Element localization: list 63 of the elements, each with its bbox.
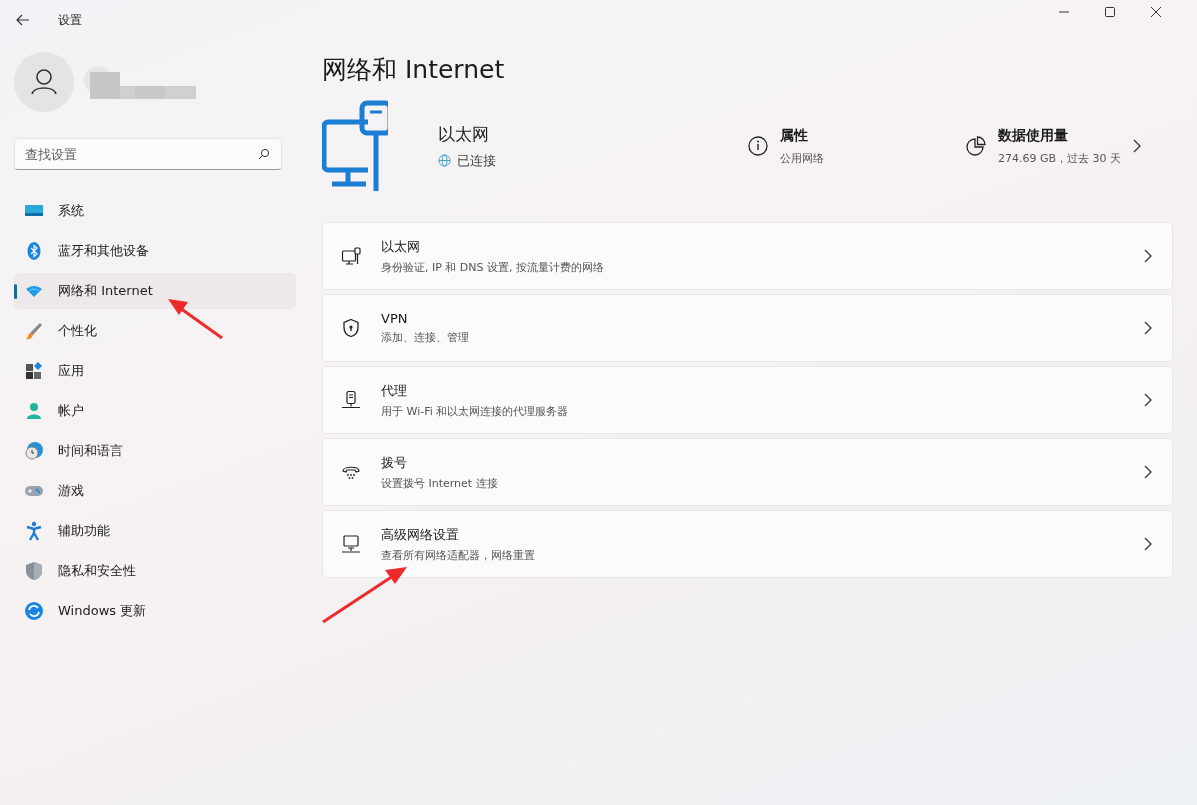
sidebar-item[interactable]: 隐私和安全性	[14, 553, 296, 589]
sidebar-item[interactable]: Windows 更新	[14, 593, 296, 629]
data-usage-link[interactable]: 数据使用量 274.69 GB，过去 30 天	[966, 126, 1142, 166]
nav-icon	[24, 361, 44, 381]
settings-card[interactable]: 代理 用于 Wi-Fi 和以太网连接的代理服务器	[322, 366, 1173, 434]
settings-card[interactable]: 拨号 设置拨号 Internet 连接	[322, 438, 1173, 506]
computer-icon	[322, 100, 388, 192]
settings-card[interactable]: 高级网络设置 查看所有网络适配器，网络重置	[322, 510, 1173, 578]
window-title: 设置	[58, 11, 82, 29]
card-icon	[341, 534, 361, 554]
globe-icon	[438, 154, 451, 167]
sidebar-item[interactable]: 应用	[14, 353, 296, 389]
sidebar-item[interactable]: 时间和语言	[14, 433, 296, 469]
avatar-icon[interactable]	[14, 52, 74, 112]
properties-link[interactable]: 属性 公用网络	[748, 126, 966, 166]
chevron-right-icon	[1144, 393, 1152, 407]
chevron-right-icon	[1133, 139, 1142, 153]
header-value: 274.69 GB，过去 30 天	[998, 150, 1122, 166]
card-title: VPN	[381, 311, 409, 326]
pie-chart-icon	[966, 136, 986, 156]
connection-name: 以太网	[438, 122, 490, 146]
search-icon[interactable]	[258, 148, 270, 160]
card-title: 以太网	[381, 237, 421, 256]
card-icon	[341, 246, 361, 266]
card-title: 拨号	[381, 453, 408, 472]
search-field[interactable]: 查找设置	[14, 138, 282, 170]
header-value: 公用网络	[780, 150, 824, 166]
nav-icon	[24, 561, 44, 581]
sidebar-item[interactable]: 辅助功能	[14, 513, 296, 549]
page-title: 网络和 Internet	[322, 54, 506, 86]
nav-icon	[24, 321, 44, 341]
card-icon	[341, 318, 361, 338]
card-title: 代理	[381, 381, 408, 400]
sidebar-item[interactable]: 帐户	[14, 393, 296, 429]
card-subtitle: 查看所有网络适配器，网络重置	[381, 547, 536, 563]
info-icon	[748, 136, 768, 156]
close-icon[interactable]	[1151, 7, 1161, 17]
sidebar-item[interactable]: 网络和 Internet	[14, 273, 296, 309]
card-icon	[341, 390, 361, 410]
chevron-right-icon	[1144, 249, 1152, 263]
card-subtitle: 身份验证, IP 和 DNS 设置, 按流量计费的网络	[381, 259, 606, 275]
card-subtitle: 添加、连接、管理	[381, 330, 470, 345]
back-icon[interactable]	[16, 14, 30, 26]
header-label: 数据使用量	[998, 126, 1069, 145]
sidebar-item[interactable]: 个性化	[14, 313, 296, 349]
card-subtitle: 设置拨号 Internet 连接	[381, 475, 499, 491]
nav-icon	[24, 441, 44, 461]
settings-card[interactable]: 以太网 身份验证, IP 和 DNS 设置, 按流量计费的网络	[322, 222, 1173, 290]
header-label: 属性	[780, 126, 809, 145]
sidebar-item[interactable]: 蓝牙和其他设备	[14, 233, 296, 269]
maximize-icon[interactable]	[1105, 7, 1115, 17]
sidebar-item[interactable]: 系统	[14, 193, 296, 229]
card-title: 高级网络设置	[381, 525, 460, 544]
settings-card[interactable]: VPN 添加、连接、管理	[322, 294, 1173, 362]
nav-icon	[24, 401, 44, 421]
nav-icon	[24, 601, 44, 621]
chevron-right-icon	[1144, 321, 1152, 335]
card-subtitle: 用于 Wi-Fi 和以太网连接的代理服务器	[381, 403, 570, 419]
chevron-right-icon	[1144, 465, 1152, 479]
connection-status: 已连接	[457, 151, 496, 170]
nav-icon	[24, 521, 44, 541]
chevron-right-icon	[1144, 537, 1152, 551]
sidebar-item[interactable]: 游戏	[14, 473, 296, 509]
